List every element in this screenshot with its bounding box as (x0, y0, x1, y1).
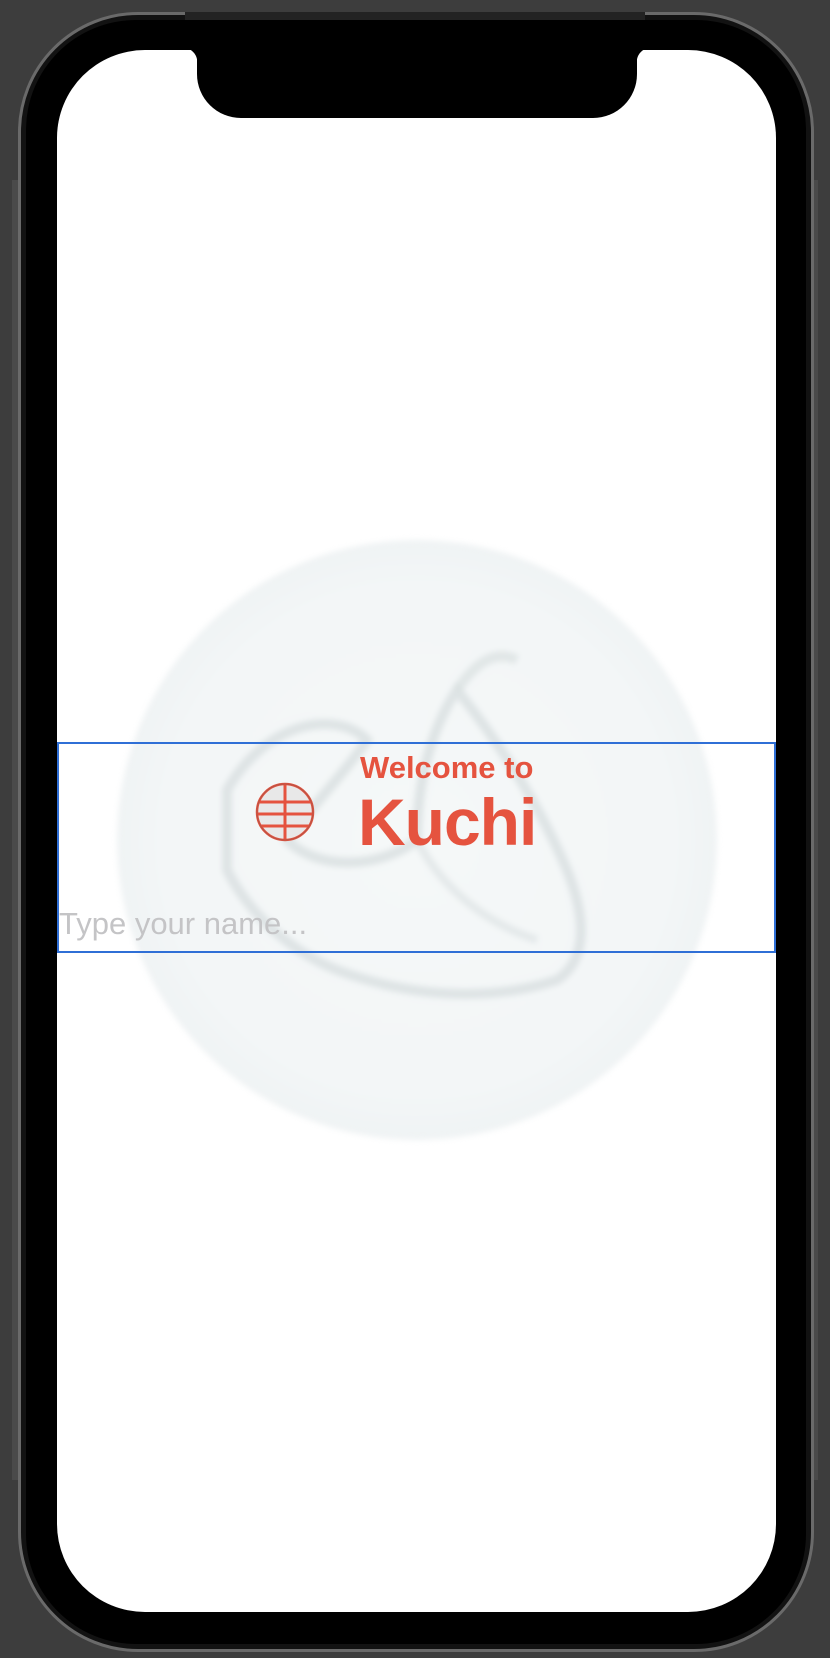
app-title: Kuchi (358, 785, 537, 859)
welcome-subtitle: Welcome to (360, 750, 534, 785)
device-notch (183, 50, 651, 118)
app-screen: Welcome to Kuchi (57, 50, 776, 1612)
name-input[interactable] (59, 904, 559, 944)
kuchi-logo-icon (255, 782, 315, 842)
welcome-container: Welcome to Kuchi (57, 742, 776, 953)
